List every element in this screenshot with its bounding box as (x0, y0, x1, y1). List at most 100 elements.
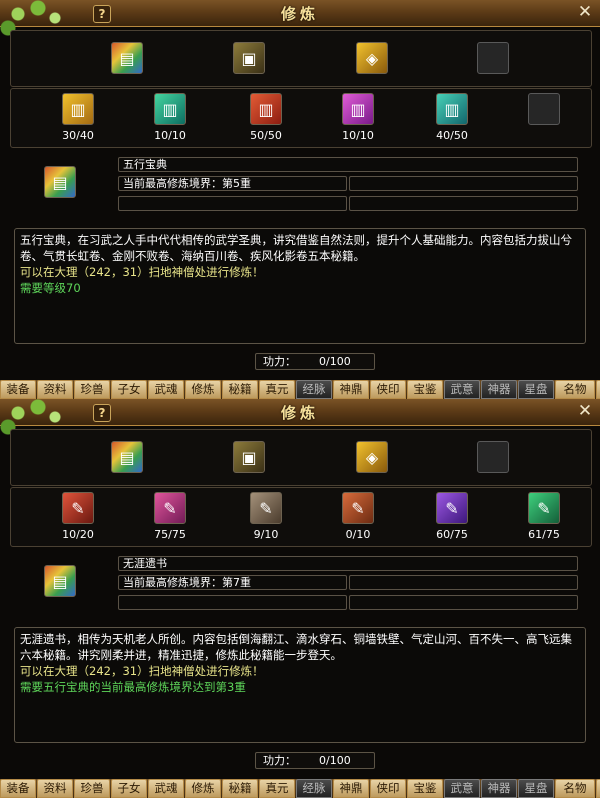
slot-count: 61/75 (528, 528, 560, 541)
tab-11[interactable]: 宝鉴 (407, 779, 443, 798)
empty-slot[interactable] (477, 441, 509, 473)
treasure-scroll-icon[interactable]: ▣ (233, 441, 265, 473)
realm-field: 当前最高修炼境界：第5重 (118, 176, 347, 191)
tab-4[interactable]: 武魂 (148, 380, 184, 399)
pink-scroll-icon[interactable]: ✎ (154, 492, 186, 524)
location-text: 可以在大理（242，31）扫地神僧处进行修炼！ (20, 265, 264, 279)
slot-count: 60/75 (436, 528, 468, 541)
location-text: 可以在大理（242，31）扫地神僧处进行修炼！ (20, 664, 264, 678)
green-scroll-icon[interactable]: ✎ (528, 492, 560, 524)
tab-5[interactable]: 修炼 (185, 380, 221, 399)
tab-14[interactable]: 星盘 (518, 380, 554, 399)
tab-15[interactable]: 名物 (555, 779, 595, 798)
slot-count: 75/75 (154, 528, 186, 541)
requirement-text: 需要等级70 (20, 281, 81, 295)
empty-slot[interactable] (528, 93, 560, 125)
power-value: 0/100 (319, 355, 351, 368)
tab-16[interactable]: 其 (596, 380, 600, 399)
tab-8[interactable]: 经脉 (296, 380, 332, 399)
tab-1[interactable]: 资料 (37, 779, 73, 798)
tab-0[interactable]: 装备 (0, 380, 36, 399)
tab-3[interactable]: 子女 (111, 380, 147, 399)
power-display: 功力： 0/100 (255, 353, 375, 370)
empty-slot[interactable] (477, 42, 509, 74)
tab-2[interactable]: 珍兽 (74, 779, 110, 798)
description-text: 五行宝典，在习武之人手中代代相传的武学圣典，讲究借鉴自然法则，提升个人基础能力。… (20, 233, 572, 263)
close-button[interactable]: ✕ (577, 3, 593, 21)
golden-chest-icon[interactable]: ◈ (356, 42, 388, 74)
golden-chest-icon[interactable]: ◈ (356, 441, 388, 473)
slot-count: 10/10 (342, 129, 374, 142)
slot-count: 10/20 (62, 528, 94, 541)
red-scroll-icon[interactable]: ✎ (62, 492, 94, 524)
selected-book-icon: ▤ (44, 166, 76, 198)
power-value: 0/100 (319, 754, 351, 767)
purple-book-icon[interactable]: ▥ (342, 93, 374, 125)
tab-2[interactable]: 珍兽 (74, 380, 110, 399)
title-bar[interactable]: ? 修炼 ✕ (0, 0, 600, 40)
tab-bar: 装备资料珍兽子女武魂修炼秘籍真元经脉神鼎侠印宝鉴武意神器星盘名物其 (0, 779, 600, 798)
info-field-empty (118, 595, 347, 610)
slot-count: 10/10 (154, 129, 186, 142)
tab-0[interactable]: 装备 (0, 779, 36, 798)
power-display: 功力： 0/100 (255, 752, 375, 769)
title-bar[interactable]: ? 修炼 ✕ (0, 399, 600, 439)
book-name-field: 无涯遗书 (118, 556, 578, 571)
tab-10[interactable]: 侠印 (370, 380, 406, 399)
tab-6[interactable]: 秘籍 (222, 779, 258, 798)
slot-count: 0/10 (345, 528, 371, 541)
requirement-text: 需要五行宝典的当前最高修炼境界达到第3重 (20, 680, 246, 694)
treasure-scroll-icon[interactable]: ▣ (233, 42, 265, 74)
slot-count: 40/50 (436, 129, 468, 142)
tab-13[interactable]: 神器 (481, 380, 517, 399)
tab-12[interactable]: 武意 (444, 779, 480, 798)
realm-field: 当前最高修炼境界：第7重 (118, 575, 347, 590)
tab-7[interactable]: 真元 (259, 380, 295, 399)
five-element-book-icon[interactable]: ▤ (111, 42, 143, 74)
orange-scroll-icon[interactable]: ✎ (342, 492, 374, 524)
info-field-empty (349, 575, 578, 590)
tab-6[interactable]: 秘籍 (222, 380, 258, 399)
tab-8[interactable]: 经脉 (296, 779, 332, 798)
slot-count: 50/50 (250, 129, 282, 142)
info-field-empty (349, 196, 578, 211)
tab-16[interactable]: 其 (596, 779, 600, 798)
slot-count: 30/40 (62, 129, 94, 142)
info-field-empty (118, 196, 347, 211)
tab-9[interactable]: 神鼎 (333, 380, 369, 399)
info-field-empty (349, 595, 578, 610)
tab-5[interactable]: 修炼 (185, 779, 221, 798)
window-title: 修炼 (280, 5, 319, 23)
gray-scroll-icon[interactable]: ✎ (250, 492, 282, 524)
cultivation-panel: ? 修炼 ✕ ▤ ▣ ◈ ▥ 30/40 ▥ 10/10 ▥ 50/50 ▥ 10/10 ▥ 40… (0, 0, 600, 399)
tab-3[interactable]: 子女 (111, 779, 147, 798)
red-book-icon[interactable]: ▥ (250, 93, 282, 125)
tab-9[interactable]: 神鼎 (333, 779, 369, 798)
selected-book-icon: ▤ (44, 565, 76, 597)
tab-1[interactable]: 资料 (37, 380, 73, 399)
tab-11[interactable]: 宝鉴 (407, 380, 443, 399)
tab-13[interactable]: 神器 (481, 779, 517, 798)
tab-14[interactable]: 星盘 (518, 779, 554, 798)
description-box: 五行宝典，在习武之人手中代代相传的武学圣典，讲究借鉴自然法则，提升个人基础能力。… (14, 228, 586, 344)
window-title: 修炼 (280, 404, 319, 422)
power-label: 功力： (263, 754, 296, 767)
info-field-empty (349, 176, 578, 191)
tab-7[interactable]: 真元 (259, 779, 295, 798)
tab-15[interactable]: 名物 (555, 380, 595, 399)
teal-book-icon[interactable]: ▥ (436, 93, 468, 125)
book-name-field: 五行宝典 (118, 157, 578, 172)
slot-count: 9/10 (253, 528, 279, 541)
tab-bar: 装备资料珍兽子女武魂修炼秘籍真元经脉神鼎侠印宝鉴武意神器星盘名物其 (0, 380, 600, 399)
tab-10[interactable]: 侠印 (370, 779, 406, 798)
tab-4[interactable]: 武魂 (148, 779, 184, 798)
description-text: 无涯遗书，相传为天机老人所创。内容包括倒海翻江、滴水穿石、铜墙铁壁、气定山河、百… (20, 632, 572, 662)
power-label: 功力： (263, 355, 296, 368)
close-button[interactable]: ✕ (577, 402, 593, 420)
cultivation-panel: ? 修炼 ✕ ▤ ▣ ◈ ✎ 10/20 ✎ 75/75 ✎ 9/10 ✎ 0/10 ✎ 60/7… (0, 399, 600, 798)
five-element-book-icon[interactable]: ▤ (111, 441, 143, 473)
green-book-icon[interactable]: ▥ (154, 93, 186, 125)
tab-12[interactable]: 武意 (444, 380, 480, 399)
yellow-book-icon[interactable]: ▥ (62, 93, 94, 125)
violet-scroll-icon[interactable]: ✎ (436, 492, 468, 524)
